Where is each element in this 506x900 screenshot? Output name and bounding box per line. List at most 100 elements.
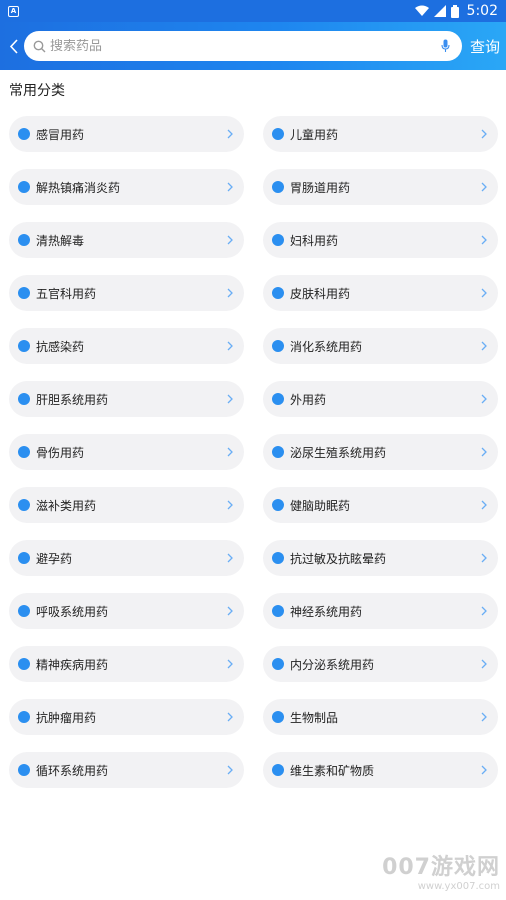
category-label: 精神疾病用药 bbox=[36, 657, 109, 672]
category-dot-icon bbox=[18, 446, 30, 458]
category-label: 解热镇痛消炎药 bbox=[36, 180, 121, 195]
chevron-right-icon bbox=[226, 659, 234, 669]
category-label: 循环系统用药 bbox=[36, 763, 109, 778]
chevron-right-icon bbox=[226, 129, 234, 139]
category-dot-icon bbox=[18, 340, 30, 352]
category-label: 感冒用药 bbox=[36, 127, 85, 142]
category-dot-icon bbox=[272, 764, 284, 776]
category-item[interactable]: 神经系统用药 bbox=[263, 593, 498, 629]
chevron-right-icon bbox=[480, 235, 488, 245]
chevron-right-icon bbox=[480, 659, 488, 669]
chevron-right-icon bbox=[226, 288, 234, 298]
category-item[interactable]: 抗过敏及抗眩晕药 bbox=[263, 540, 498, 576]
category-item[interactable]: 循环系统用药 bbox=[9, 752, 244, 788]
chevron-right-icon bbox=[226, 500, 234, 510]
category-item[interactable]: 肝胆系统用药 bbox=[9, 381, 244, 417]
category-item[interactable]: 骨伤用药 bbox=[9, 434, 244, 470]
category-dot-icon bbox=[18, 393, 30, 405]
status-time: 5:02 bbox=[466, 3, 498, 19]
category-dot-icon bbox=[272, 446, 284, 458]
category-dot-icon bbox=[272, 234, 284, 246]
category-dot-icon bbox=[18, 605, 30, 617]
category-item[interactable]: 五官科用药 bbox=[9, 275, 244, 311]
chevron-right-icon bbox=[480, 129, 488, 139]
category-label: 神经系统用药 bbox=[290, 604, 363, 619]
category-item[interactable]: 儿童用药 bbox=[263, 116, 498, 152]
category-dot-icon bbox=[18, 764, 30, 776]
category-label: 抗过敏及抗眩晕药 bbox=[290, 551, 387, 566]
category-item[interactable]: 内分泌系统用药 bbox=[263, 646, 498, 682]
category-label: 泌尿生殖系统用药 bbox=[290, 445, 387, 460]
category-item[interactable]: 胃肠道用药 bbox=[263, 169, 498, 205]
category-dot-icon bbox=[272, 393, 284, 405]
chevron-right-icon bbox=[480, 500, 488, 510]
category-item[interactable]: 解热镇痛消炎药 bbox=[9, 169, 244, 205]
category-dot-icon bbox=[272, 287, 284, 299]
category-dot-icon bbox=[272, 128, 284, 140]
chevron-right-icon bbox=[226, 447, 234, 457]
section-title: 常用分类 bbox=[9, 83, 65, 99]
category-label: 五官科用药 bbox=[36, 286, 97, 301]
status-bar: A 5:02 bbox=[0, 0, 506, 22]
category-item[interactable]: 避孕药 bbox=[9, 540, 244, 576]
category-item[interactable]: 健脑助眠药 bbox=[263, 487, 498, 523]
chevron-right-icon bbox=[480, 765, 488, 775]
wifi-icon bbox=[414, 5, 429, 16]
category-item[interactable]: 精神疾病用药 bbox=[9, 646, 244, 682]
category-item[interactable]: 抗感染药 bbox=[9, 328, 244, 364]
mic-icon[interactable] bbox=[440, 38, 450, 54]
category-item[interactable]: 清热解毒 bbox=[9, 222, 244, 258]
chevron-right-icon bbox=[480, 553, 488, 563]
app-notification-icon: A bbox=[8, 5, 19, 17]
category-item[interactable]: 感冒用药 bbox=[9, 116, 244, 152]
category-item[interactable]: 呼吸系统用药 bbox=[9, 593, 244, 629]
category-label: 胃肠道用药 bbox=[290, 180, 351, 195]
category-dot-icon bbox=[18, 287, 30, 299]
category-label: 抗感染药 bbox=[36, 339, 85, 354]
chevron-right-icon bbox=[480, 447, 488, 457]
category-item[interactable]: 妇科用药 bbox=[263, 222, 498, 258]
category-dot-icon bbox=[272, 181, 284, 193]
category-label: 消化系统用药 bbox=[290, 339, 363, 354]
watermark-sub: www.yx007.com bbox=[417, 881, 500, 892]
category-label: 儿童用药 bbox=[290, 127, 339, 142]
chevron-right-icon bbox=[226, 235, 234, 245]
back-button[interactable] bbox=[2, 22, 24, 70]
chevron-right-icon bbox=[226, 182, 234, 192]
category-item[interactable]: 消化系统用药 bbox=[263, 328, 498, 364]
search-box[interactable] bbox=[24, 31, 462, 61]
category-dot-icon bbox=[272, 711, 284, 723]
category-label: 健脑助眠药 bbox=[290, 498, 351, 513]
category-item[interactable]: 泌尿生殖系统用药 bbox=[263, 434, 498, 470]
chevron-right-icon bbox=[480, 182, 488, 192]
category-dot-icon bbox=[18, 711, 30, 723]
category-item[interactable]: 维生素和矿物质 bbox=[263, 752, 498, 788]
query-button[interactable]: 查询 bbox=[470, 36, 500, 57]
category-dot-icon bbox=[18, 552, 30, 564]
category-item[interactable]: 外用药 bbox=[263, 381, 498, 417]
chevron-right-icon bbox=[226, 394, 234, 404]
chevron-right-icon bbox=[480, 712, 488, 722]
category-dot-icon bbox=[18, 499, 30, 511]
chevron-right-icon bbox=[226, 712, 234, 722]
category-dot-icon bbox=[272, 605, 284, 617]
category-dot-icon bbox=[272, 499, 284, 511]
category-label: 皮肤科用药 bbox=[290, 286, 351, 301]
category-label: 内分泌系统用药 bbox=[290, 657, 375, 672]
category-label: 抗肿瘤用药 bbox=[36, 710, 97, 725]
back-icon bbox=[9, 38, 18, 54]
category-label: 滋补类用药 bbox=[36, 498, 97, 513]
category-dot-icon bbox=[272, 340, 284, 352]
search-input[interactable] bbox=[50, 38, 440, 54]
category-item[interactable]: 抗肿瘤用药 bbox=[9, 699, 244, 735]
watermark: 007游戏网 www.yx007.com bbox=[382, 849, 500, 892]
category-item[interactable]: 生物制品 bbox=[263, 699, 498, 735]
category-label: 肝胆系统用药 bbox=[36, 392, 109, 407]
chevron-right-icon bbox=[480, 288, 488, 298]
chevron-right-icon bbox=[480, 341, 488, 351]
category-item[interactable]: 滋补类用药 bbox=[9, 487, 244, 523]
category-item[interactable]: 皮肤科用药 bbox=[263, 275, 498, 311]
chevron-right-icon bbox=[480, 394, 488, 404]
category-label: 外用药 bbox=[290, 392, 327, 407]
chevron-right-icon bbox=[226, 765, 234, 775]
